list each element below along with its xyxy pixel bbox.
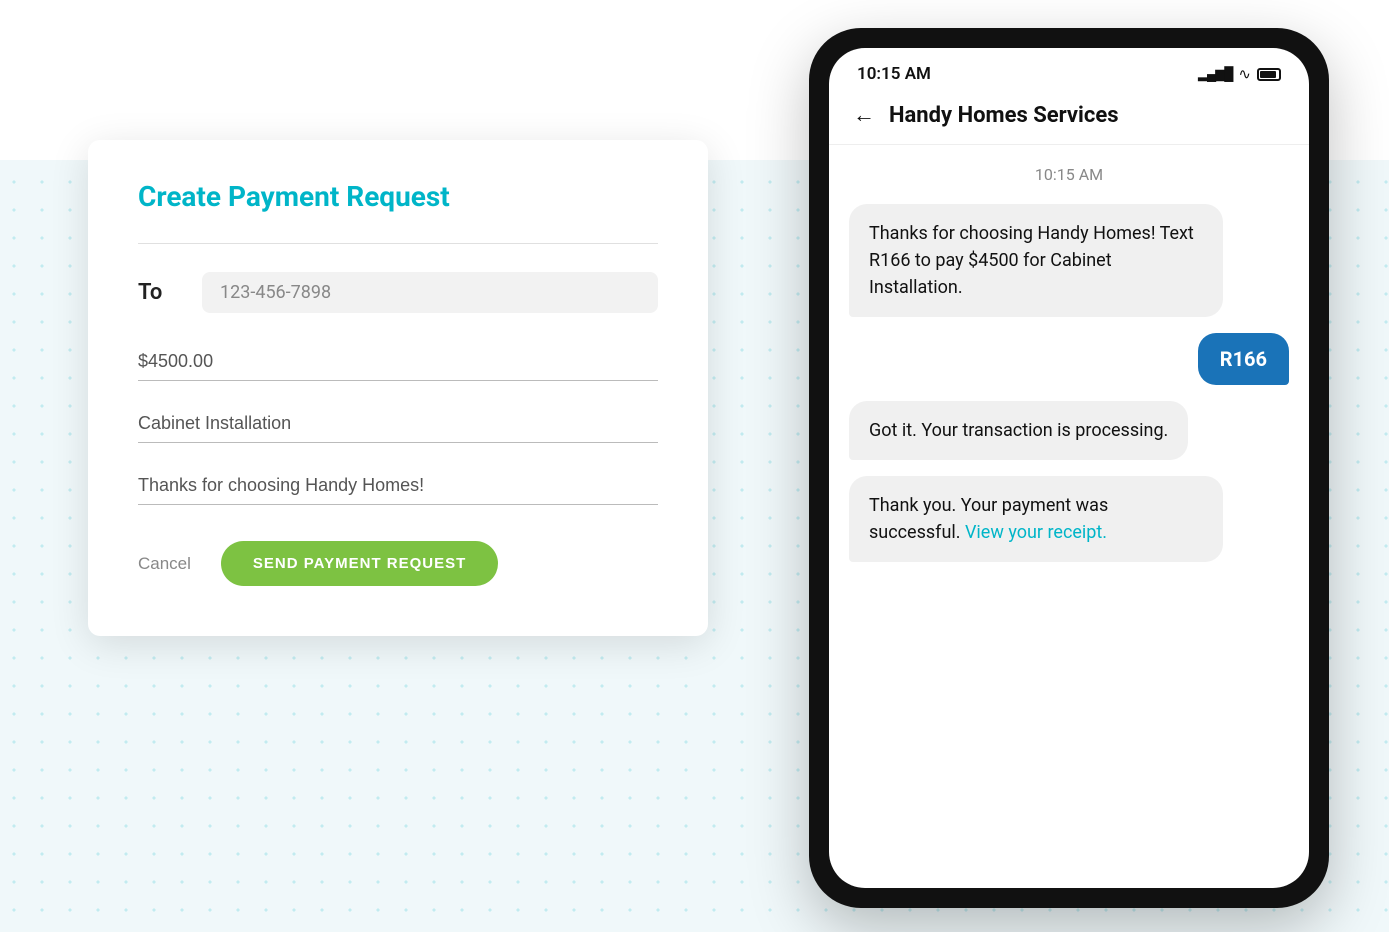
message-input[interactable] (138, 467, 658, 505)
cancel-button[interactable]: Cancel (138, 554, 191, 574)
amount-field-group (138, 343, 658, 381)
send-payment-button[interactable]: SEND PAYMENT REQUEST (221, 541, 498, 586)
payment-card: Create Payment Request To 123-456-7898 C… (88, 140, 708, 636)
phone-screen: 10:15 AM ▂▄▆█ ∿ ← Handy Homes Services 1… (829, 48, 1309, 888)
buttons-row: Cancel SEND PAYMENT REQUEST (138, 541, 658, 586)
message-3-bubble: Got it. Your transaction is processing. (849, 401, 1188, 460)
status-icons: ▂▄▆█ ∿ (1198, 65, 1281, 83)
back-arrow-icon[interactable]: ← (853, 102, 875, 128)
card-divider (138, 243, 658, 244)
chat-timestamp: 10:15 AM (849, 165, 1289, 184)
message-1-text: Thanks for choosing Handy Homes! Text R1… (869, 223, 1194, 298)
chat-header: ← Handy Homes Services (829, 92, 1309, 145)
message-field-group (138, 467, 658, 505)
battery-icon (1257, 68, 1281, 81)
to-input-area: 123-456-7898 (202, 272, 658, 313)
to-label: To (138, 280, 178, 305)
signal-bars-icon: ▂▄▆█ (1198, 66, 1232, 82)
message-2-text: R166 (1220, 347, 1267, 371)
message-4-bubble: Thank you. Your payment was successful. … (849, 476, 1223, 562)
view-receipt-link[interactable]: View your receipt. (965, 522, 1107, 543)
card-title: Create Payment Request (138, 180, 658, 213)
amount-input[interactable] (138, 343, 658, 381)
wifi-icon: ∿ (1238, 65, 1251, 83)
chat-title: Handy Homes Services (889, 103, 1119, 128)
status-bar: 10:15 AM ▂▄▆█ ∿ (829, 48, 1309, 92)
message-1-bubble: Thanks for choosing Handy Homes! Text R1… (849, 204, 1223, 317)
message-3-text: Got it. Your transaction is processing. (869, 420, 1168, 441)
status-time: 10:15 AM (857, 64, 931, 84)
description-field-group (138, 405, 658, 443)
to-row: To 123-456-7898 (138, 272, 658, 313)
message-2-bubble: R166 (1198, 333, 1289, 385)
phone-mockup: 10:15 AM ▂▄▆█ ∿ ← Handy Homes Services 1… (809, 28, 1329, 908)
chat-body: 10:15 AM Thanks for choosing Handy Homes… (829, 145, 1309, 888)
to-phone-number: 123-456-7898 (220, 282, 331, 303)
description-input[interactable] (138, 405, 658, 443)
